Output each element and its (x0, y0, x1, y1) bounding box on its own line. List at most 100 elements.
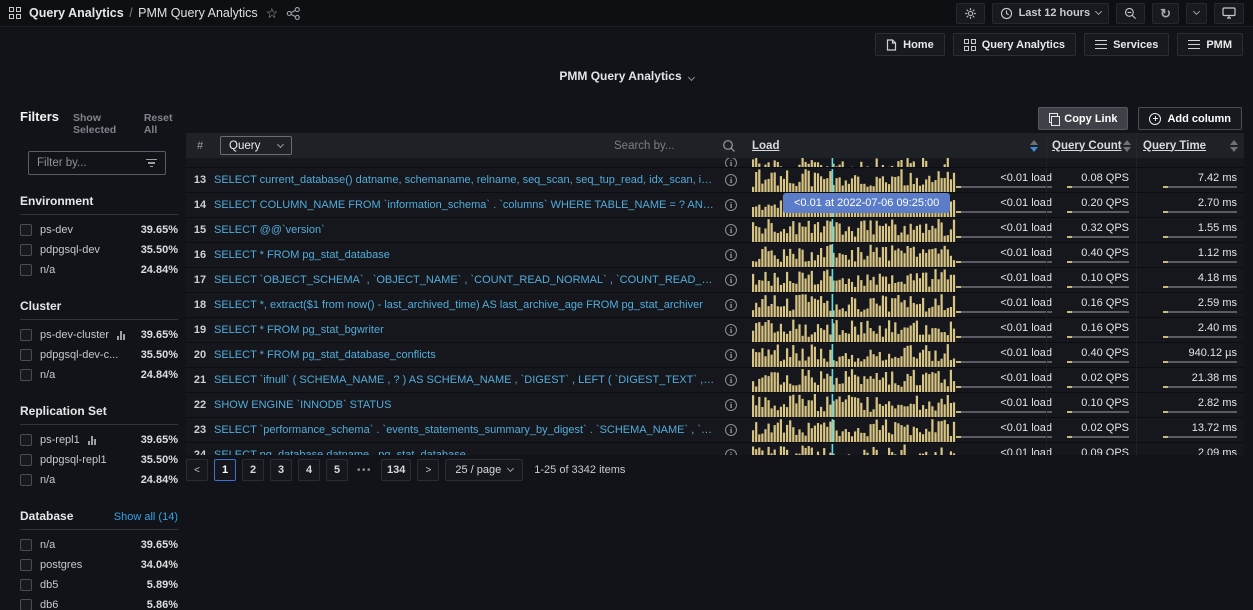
search-icon[interactable] (722, 139, 736, 153)
info-icon[interactable]: i (725, 424, 737, 436)
filter-checkbox[interactable] (20, 579, 32, 591)
query-link[interactable]: SELECT @@`version` (214, 224, 717, 236)
dashboard-settings-button[interactable] (956, 3, 985, 24)
query-link[interactable]: SELECT pg_database datname , pg_stat_dat… (214, 449, 717, 455)
info-icon[interactable]: i (725, 174, 737, 186)
filter-checkbox[interactable] (20, 599, 32, 610)
query-column-selector[interactable]: Query (220, 136, 292, 155)
refresh-interval-dropdown[interactable] (1186, 3, 1207, 24)
filter-checkbox[interactable] (20, 539, 32, 551)
filter-item[interactable]: pdpgsql-dev 35.50% (20, 240, 178, 260)
panel-title[interactable]: PMM Query Analytics (559, 69, 681, 83)
zoom-out-button[interactable] (1116, 3, 1145, 24)
info-icon[interactable]: i (725, 199, 737, 211)
filter-checkbox[interactable] (20, 454, 32, 466)
info-icon[interactable]: i (725, 274, 737, 286)
star-icon[interactable]: ☆ (266, 6, 279, 20)
load-sparkline[interactable] (752, 394, 956, 417)
load-sparkline[interactable] (752, 294, 956, 317)
query-link[interactable]: SELECT `ifnull` ( SCHEMA_NAME , ? ) AS S… (214, 374, 717, 386)
copy-link-button[interactable]: Copy Link (1038, 107, 1128, 130)
reset-all-link[interactable]: Reset All (144, 112, 178, 136)
query-link[interactable]: SHOW ENGINE `INNODB` STATUS (214, 399, 717, 411)
query-link[interactable]: SELECT `performance_schema` . `events_st… (214, 424, 717, 436)
sort-control-query-time[interactable] (1230, 140, 1244, 152)
query-link[interactable]: SELECT * FROM pg_stat_database_conflicts (214, 349, 717, 361)
breadcrumb[interactable]: Query Analytics / PMM Query Analytics (29, 6, 258, 20)
filter-checkbox[interactable] (20, 329, 32, 341)
load-sparkline[interactable] (752, 244, 956, 267)
pagination-page-2[interactable]: 2 (242, 459, 264, 481)
column-header-load[interactable]: Load (752, 140, 779, 152)
query-link[interactable]: SELECT `OBJECT_SCHEMA` , `OBJECT_NAME` ,… (214, 274, 717, 286)
load-sparkline[interactable] (752, 369, 956, 392)
info-icon[interactable]: i (725, 399, 737, 411)
filter-item[interactable]: postgres 34.04% (20, 555, 178, 575)
load-sparkline[interactable] (752, 219, 956, 242)
filter-item[interactable]: pdpgsql-repl1 35.50% (20, 450, 178, 470)
sort-control-query-count[interactable] (1123, 140, 1136, 152)
pagination-page-134[interactable]: 134 (381, 459, 411, 481)
filter-checkbox[interactable] (20, 264, 32, 276)
time-range-picker[interactable]: Last 12 hours (992, 3, 1110, 24)
query-link[interactable]: SELECT *, extract($1 from now() - last_a… (214, 299, 717, 311)
share-icon[interactable] (286, 7, 301, 20)
pagination-prev-button[interactable]: < (186, 459, 208, 481)
load-sparkline[interactable] (752, 344, 956, 367)
sort-control-load[interactable] (1030, 140, 1046, 152)
nav-link-services[interactable]: Services (1084, 33, 1169, 56)
filter-checkbox[interactable] (20, 349, 32, 361)
query-link[interactable]: SELECT * FROM pg_stat_bgwriter (214, 324, 717, 336)
cycle-view-mode-button[interactable] (1214, 3, 1244, 24)
filter-item[interactable]: n/a 39.65% (20, 535, 178, 555)
filter-item[interactable]: db6 5.86% (20, 595, 178, 610)
pagination-page-3[interactable]: 3 (270, 459, 292, 481)
info-icon[interactable]: i (725, 299, 737, 311)
table-search-input[interactable] (614, 140, 722, 152)
column-header-query-time[interactable]: Query Time (1143, 140, 1206, 152)
filter-item[interactable]: ps-repl1 39.65% (20, 430, 178, 450)
load-sparkline[interactable] (752, 269, 956, 292)
nav-link-query-analytics[interactable]: Query Analytics (953, 33, 1076, 56)
filter-item[interactable]: ps-dev-cluster 39.65% (20, 325, 178, 345)
show-all-link[interactable]: Show all (14) (114, 511, 178, 523)
filter-checkbox[interactable] (20, 369, 32, 381)
nav-link-pmm[interactable]: PMM (1177, 33, 1243, 56)
pagination-page-4[interactable]: 4 (298, 459, 320, 481)
breadcrumb-page[interactable]: PMM Query Analytics (138, 6, 257, 20)
filter-checkbox[interactable] (20, 434, 32, 446)
filter-item[interactable]: n/a 24.84% (20, 365, 178, 385)
nav-link-home[interactable]: Home (875, 33, 945, 56)
info-icon[interactable]: i (725, 249, 737, 261)
show-selected-link[interactable]: Show Selected (73, 112, 130, 136)
load-sparkline[interactable] (752, 158, 956, 168)
info-icon[interactable]: i (725, 449, 737, 455)
query-link[interactable]: SELECT * FROM pg_stat_database (214, 249, 717, 261)
filter-item[interactable]: n/a 24.84% (20, 470, 178, 490)
info-icon[interactable]: i (725, 324, 737, 336)
apps-grid-icon[interactable] (9, 7, 21, 19)
pagination-page-5[interactable]: 5 (326, 459, 348, 481)
column-header-query-count[interactable]: Query Count (1052, 140, 1122, 152)
filter-checkbox[interactable] (20, 559, 32, 571)
query-link[interactable]: SELECT current_database() datname, schem… (214, 174, 717, 186)
page-size-selector[interactable]: 25 / page (445, 459, 523, 481)
filter-search-box[interactable] (28, 151, 166, 175)
panel-header[interactable]: PMM Query Analytics (0, 69, 1253, 83)
load-sparkline[interactable] (752, 444, 956, 456)
pagination-next-button[interactable]: > (417, 459, 439, 481)
filter-search-input[interactable] (37, 157, 146, 169)
pagination-ellipsis[interactable]: ••• (357, 465, 372, 476)
pagination-page-1[interactable]: 1 (214, 459, 236, 481)
info-icon[interactable]: i (725, 158, 737, 168)
filter-checkbox[interactable] (20, 244, 32, 256)
info-icon[interactable]: i (725, 349, 737, 361)
filter-item[interactable]: db5 5.89% (20, 575, 178, 595)
table-search-box[interactable] (614, 139, 746, 153)
add-column-button[interactable]: Add column (1138, 107, 1242, 130)
filter-item[interactable]: n/a 24.84% (20, 260, 178, 280)
info-icon[interactable]: i (725, 224, 737, 236)
filter-checkbox[interactable] (20, 224, 32, 236)
filter-item[interactable]: ps-dev 39.65% (20, 220, 178, 240)
query-link[interactable]: SELECT COLUMN_NAME FROM `information_sch… (214, 199, 717, 211)
